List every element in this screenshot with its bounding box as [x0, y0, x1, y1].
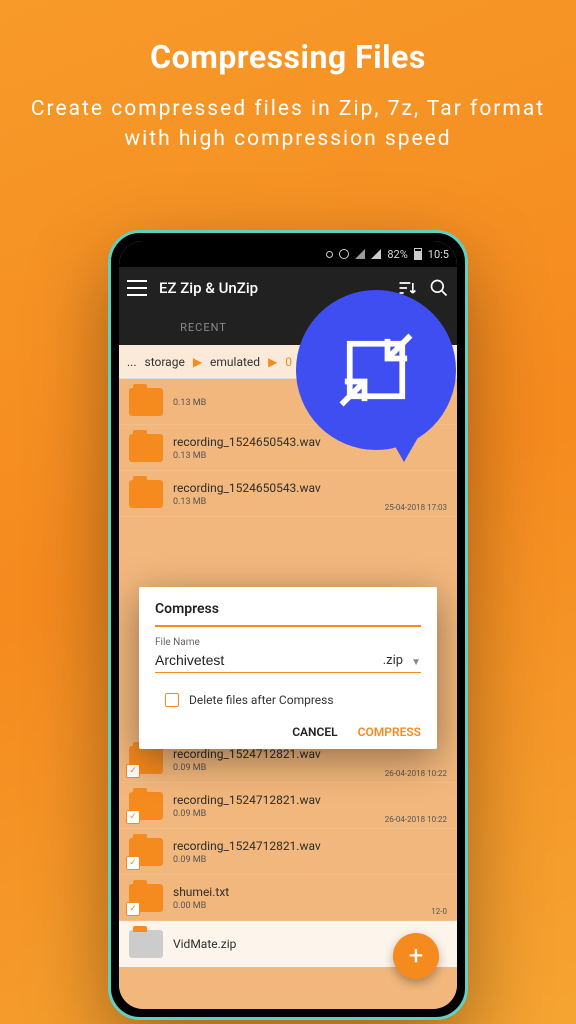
clock-text: 10:5: [428, 248, 449, 261]
crumb-emulated[interactable]: emulated: [210, 355, 260, 369]
checkbox-label: Delete files after Compress: [189, 693, 334, 707]
cancel-button[interactable]: CANCEL: [292, 725, 337, 739]
folder-icon: [129, 838, 163, 866]
menu-icon[interactable]: [127, 278, 147, 298]
folder-icon: [129, 792, 163, 820]
file-name: shumei.txt: [173, 885, 447, 899]
tab-recent[interactable]: RECENT: [119, 309, 288, 345]
file-name: recording_1524712821.wav: [173, 793, 447, 807]
promo-title: Compressing Files: [0, 0, 576, 76]
status-bar: 82% 10:5: [119, 241, 457, 267]
signal-icon: [355, 249, 365, 259]
search-icon[interactable]: [429, 278, 449, 298]
folder-icon: [129, 930, 163, 958]
crumb-zero[interactable]: 0: [285, 355, 292, 369]
battery-icon: [414, 248, 422, 260]
alarm-icon: [339, 249, 349, 259]
compress-icon: [335, 329, 417, 411]
chevron-right-icon: ▶: [193, 355, 202, 369]
compress-dialog: Compress File Name .zip ▼ Delete files a…: [139, 587, 437, 749]
folder-icon: [129, 434, 163, 462]
list-item[interactable]: shumei.txt 0.00 MB 12-0: [119, 875, 457, 921]
delete-after-checkbox[interactable]: Delete files after Compress: [155, 689, 421, 725]
feature-bubble: [296, 290, 456, 450]
file-name: recording_1524650543.wav: [173, 481, 447, 495]
chevron-right-icon: ▶: [268, 355, 277, 369]
folder-icon: [129, 480, 163, 508]
file-date: 12-0: [431, 907, 447, 916]
file-date: 26-04-2018 10:22: [385, 769, 447, 778]
list-item[interactable]: recording_1524712821.wav 0.09 MB 26-04-2…: [119, 783, 457, 829]
list-item[interactable]: recording_1524650543.wav 0.13 MB 25-04-2…: [119, 471, 457, 517]
file-name: recording_1524712821.wav: [173, 839, 447, 853]
folder-icon: [129, 746, 163, 774]
status-dot-icon: [326, 251, 333, 258]
filename-input[interactable]: [155, 652, 375, 668]
file-date: 25-04-2018 17:03: [385, 503, 447, 512]
file-size: 0.09 MB: [173, 855, 447, 865]
battery-percent: 82%: [387, 248, 407, 261]
chevron-down-icon[interactable]: ▼: [411, 657, 421, 668]
promo-subtitle: Create compressed files in Zip, 7z, Tar …: [0, 76, 576, 155]
checkbox-icon[interactable]: [165, 693, 179, 707]
folder-icon: [129, 388, 163, 416]
file-date: 26-04-2018 10:22: [385, 815, 447, 824]
fab-add-button[interactable]: +: [393, 933, 439, 979]
crumb-storage[interactable]: storage: [145, 355, 185, 369]
list-item[interactable]: recording_1524712821.wav 0.09 MB: [119, 829, 457, 875]
compress-button[interactable]: COMPRESS: [358, 725, 421, 739]
extension-select[interactable]: .zip: [383, 653, 403, 668]
dialog-title: Compress: [155, 601, 421, 627]
crumb-dots[interactable]: ...: [127, 355, 137, 369]
wifi-icon: [371, 249, 381, 259]
filename-label: File Name: [155, 637, 421, 648]
folder-icon: [129, 884, 163, 912]
file-size: 0.00 MB: [173, 901, 447, 911]
